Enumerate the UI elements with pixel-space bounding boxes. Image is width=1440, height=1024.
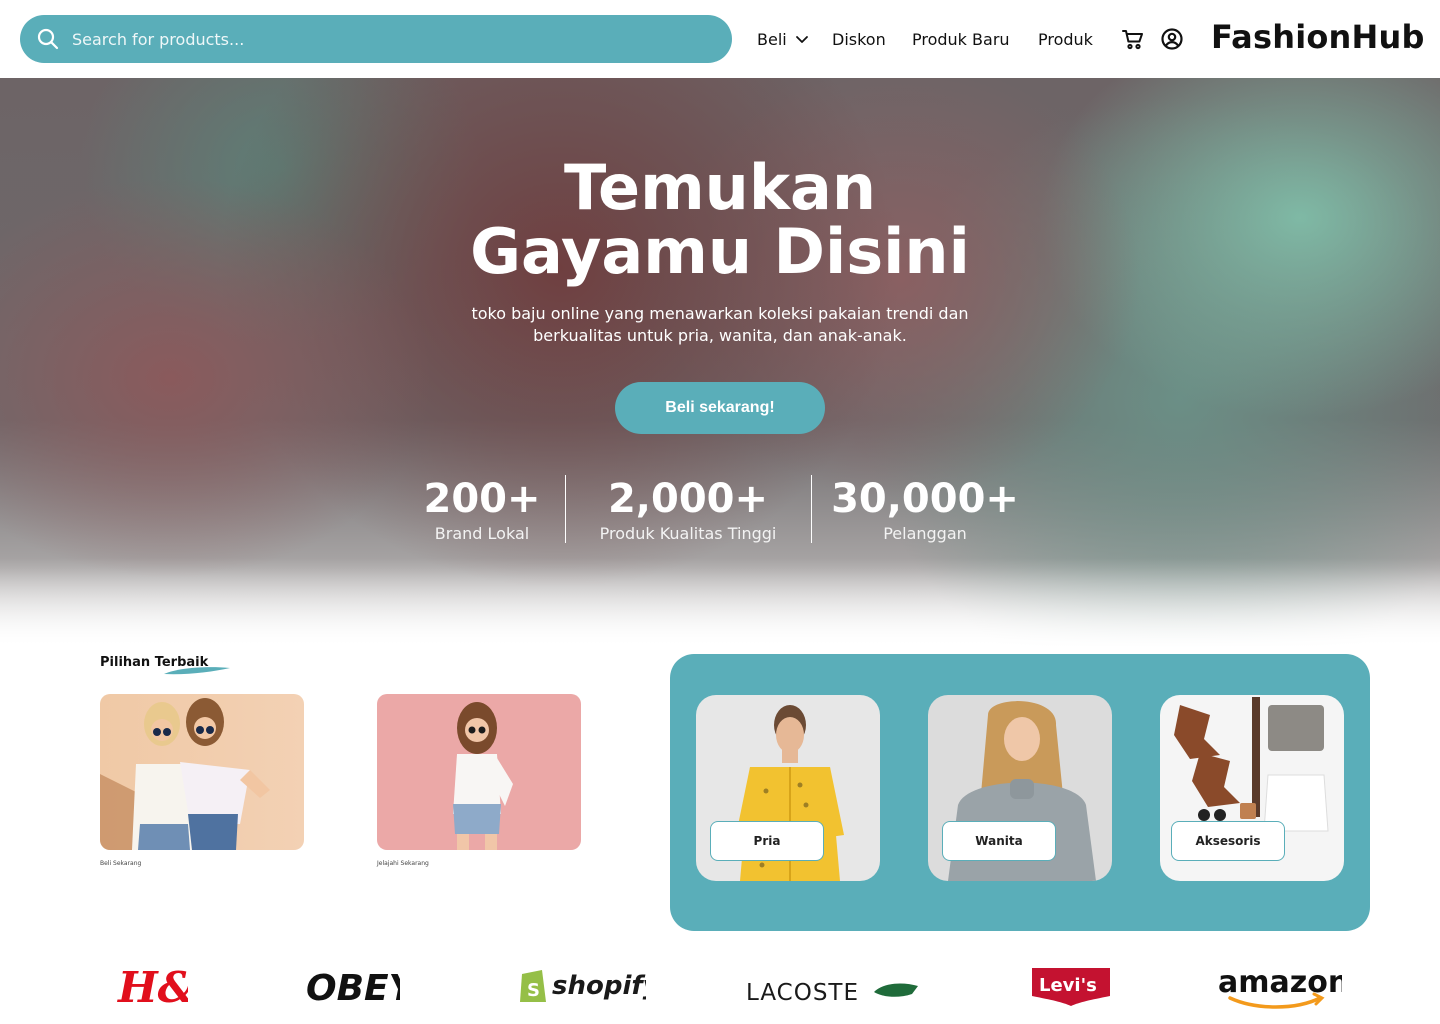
nav-produk-label: Produk (1038, 29, 1093, 49)
best-picks-title: Pilihan Terbaik (100, 655, 209, 670)
nav-produk[interactable]: Produk (1038, 0, 1093, 78)
stat-produk: 2,000+ Produk Kualitas Tinggi (578, 476, 798, 544)
search-icon[interactable] (36, 27, 60, 51)
svg-text:shopify: shopify (552, 971, 646, 1001)
nav-diskon[interactable]: Diskon (832, 0, 886, 78)
category-button-aksesoris[interactable]: Aksesoris (1171, 821, 1285, 861)
brand-logo-lacoste[interactable]: LACOSTE (744, 972, 924, 1008)
stat-brand-lokal: 200+ Brand Lokal (402, 476, 562, 544)
nav-beli-label: Beli (757, 29, 787, 49)
brand-strip: H&M OBEY S shopify LACOSTE Levi's amazon (0, 950, 1440, 1024)
search-bar[interactable] (20, 15, 732, 63)
nav-produk-baru-label: Produk Baru (912, 29, 1010, 49)
stat-pelanggan: 30,000+ Pelanggan (820, 476, 1030, 544)
stat-label: Pelanggan (883, 524, 967, 543)
stat-value: 200+ (423, 476, 541, 522)
pick-card-woman[interactable] (377, 694, 581, 850)
category-card-aksesoris[interactable]: Aksesoris (1160, 695, 1344, 881)
svg-text:LACOSTE: LACOSTE (746, 980, 859, 1006)
stat-divider (565, 475, 566, 543)
nav-produk-baru[interactable]: Produk Baru (912, 0, 1010, 78)
brand-logo-obey[interactable]: OBEY (304, 964, 400, 1006)
pick-caption[interactable]: Beli Sekarang (100, 860, 141, 867)
svg-text:H&M: H&M (117, 963, 188, 1010)
hero-subtitle: toko baju online yang menawarkan koleksi… (471, 304, 969, 345)
nav-diskon-label: Diskon (832, 29, 886, 49)
hero-title-line1: Temukan (563, 151, 877, 224)
category-button-wanita[interactable]: Wanita (942, 821, 1056, 861)
brand-logo-hm[interactable]: H&M (116, 962, 188, 1010)
svg-text:S: S (527, 980, 540, 1001)
brand-logo-shopify[interactable]: S shopify (516, 962, 646, 1006)
pick-image-woman (453, 702, 513, 850)
brand-logo-levis[interactable]: Levi's (1030, 966, 1112, 1006)
stat-label: Produk Kualitas Tinggi (599, 524, 777, 543)
buy-now-button[interactable]: Beli sekarang! (615, 382, 825, 434)
category-button-pria[interactable]: Pria (710, 821, 824, 861)
category-panel: Pria Wanita Aksesoris (670, 654, 1370, 931)
category-card-pria[interactable]: Pria (696, 695, 880, 881)
top-header: Beli Diskon Produk Baru Produk FashionHu… (0, 0, 1440, 78)
stat-label: Brand Lokal (434, 524, 530, 543)
user-icon[interactable] (1160, 27, 1184, 51)
svg-text:amazon: amazon (1218, 965, 1342, 1000)
hero-section: Temukan Gayamu Disini toko baju online y… (0, 78, 1440, 648)
svg-text:OBEY: OBEY (306, 968, 400, 1006)
brand-logo[interactable]: FashionHub (1211, 18, 1425, 56)
pick-image-friends (100, 698, 270, 850)
chevron-down-icon[interactable] (795, 32, 809, 46)
cart-icon[interactable] (1121, 27, 1145, 51)
category-card-wanita[interactable]: Wanita (928, 695, 1112, 881)
stat-value: 2,000+ (607, 476, 769, 522)
stat-divider (811, 475, 812, 543)
stat-value: 30,000+ (831, 476, 1019, 522)
search-input[interactable] (72, 15, 712, 63)
pick-card-friends[interactable] (100, 694, 304, 850)
brand-logo-amazon[interactable]: amazon (1216, 960, 1342, 1012)
hero-title: Temukan Gayamu Disini (0, 156, 1440, 284)
hero-title-line2: Gayamu Disini (470, 215, 970, 288)
svg-text:Levi's: Levi's (1039, 975, 1097, 996)
pick-caption[interactable]: Jelajahi Sekarang (377, 860, 429, 867)
nav-beli[interactable]: Beli (757, 0, 809, 78)
